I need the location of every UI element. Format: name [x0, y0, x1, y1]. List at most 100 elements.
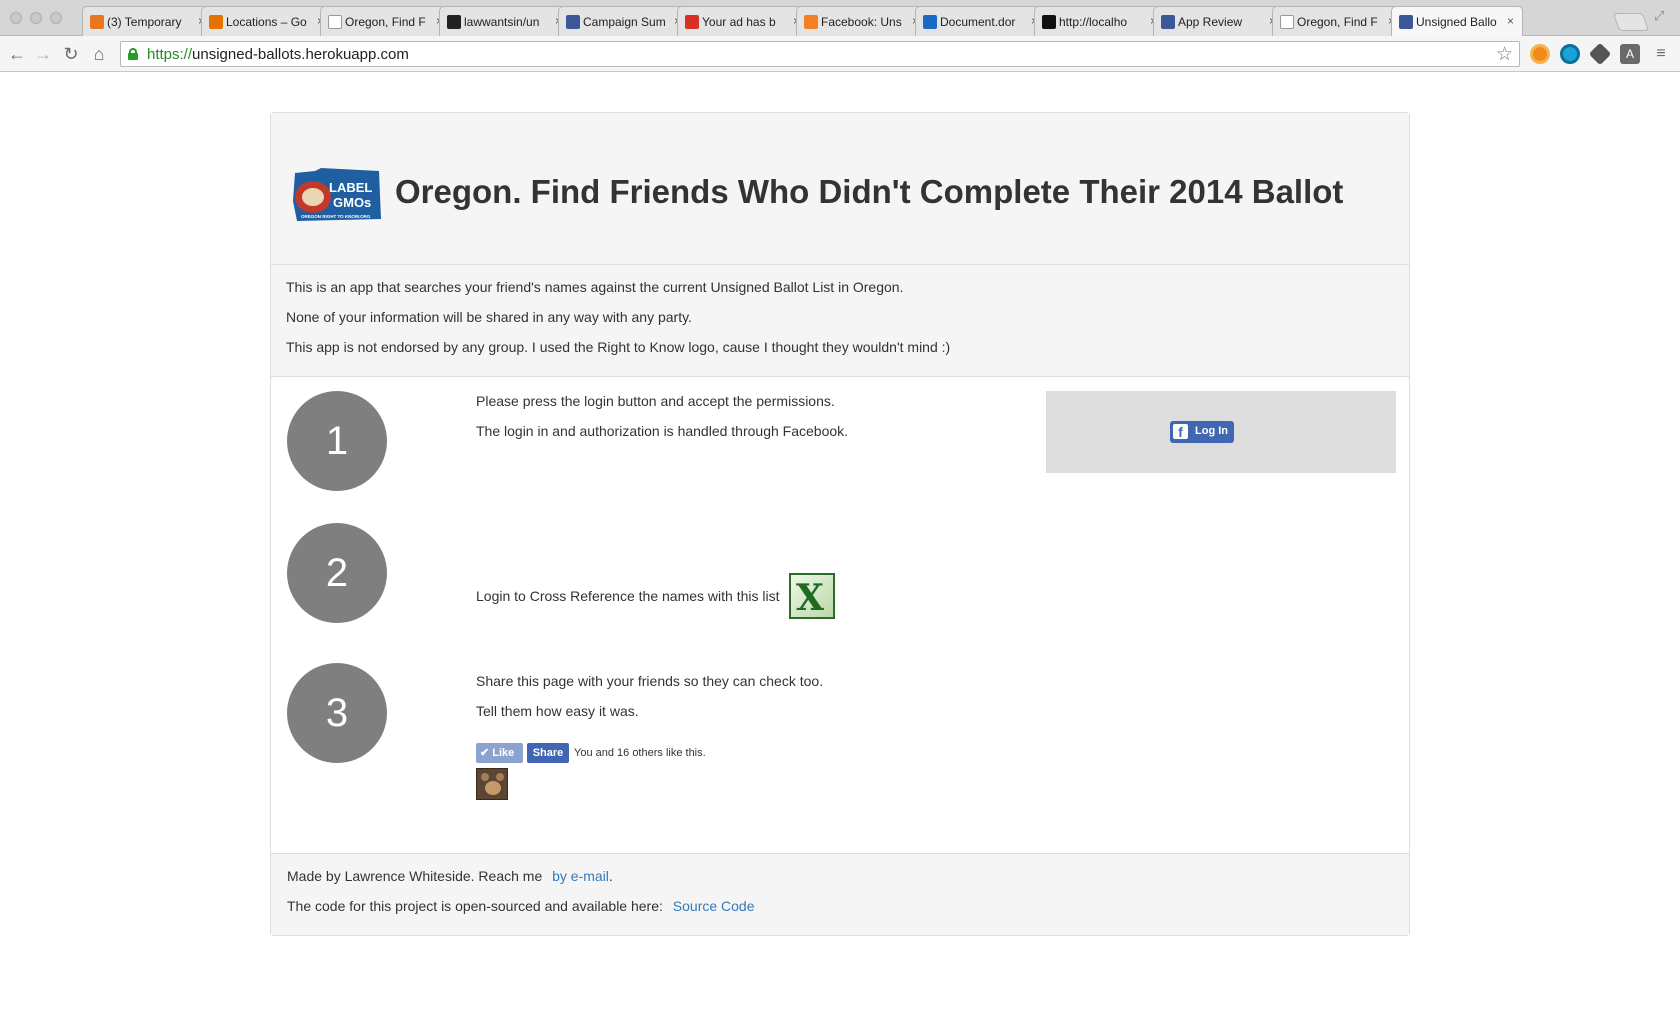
browser-tab[interactable]: Facebook: Uns× — [796, 6, 928, 36]
extension-shield-icon[interactable]: A — [1620, 44, 1640, 64]
tab-label: Your ad has b — [702, 15, 776, 29]
browser-tab[interactable]: Oregon, Find F× — [320, 6, 452, 36]
tab-label: Locations – Go — [226, 15, 307, 29]
tab-label: Campaign Sum — [583, 15, 665, 29]
analytics-icon — [209, 15, 223, 29]
browser-tab[interactable]: (3) Temporary× — [82, 6, 214, 36]
step-2-text: Login to Cross Reference the names with … — [476, 586, 779, 616]
tab-label: Unsigned Ballo — [1416, 15, 1497, 29]
close-window-button[interactable] — [10, 12, 22, 24]
intro-line-3: This app is not endorsed by any group. I… — [286, 339, 951, 355]
tab-strip: (3) Temporary×Locations – Go×Oregon, Fin… — [0, 0, 1680, 36]
step-2-line-1: Login to Cross Reference the names with … — [476, 588, 780, 604]
browser-tab[interactable]: Locations – Go× — [201, 6, 333, 36]
main-panel: LABEL GMOs OREGON RIGHT TO KNOW.ORG Oreg… — [270, 112, 1410, 936]
forward-icon[interactable]: → — [32, 43, 54, 65]
tab-label: Oregon, Find F — [1297, 15, 1378, 29]
address-bar[interactable]: https://unsigned-ballots.herokuapp.com ☆ — [120, 41, 1520, 67]
extension-hex-icon[interactable] — [1588, 42, 1612, 66]
browser-tab[interactable]: Campaign Sum× — [558, 6, 690, 36]
email-suffix: . — [608, 868, 613, 884]
footer-source: The code for this project is open-source… — [287, 896, 1393, 916]
reload-icon[interactable]: ↻ — [60, 43, 82, 65]
footer-made-by: Made by Lawrence Whiteside. Reach me by … — [287, 866, 1393, 886]
email-link[interactable]: by e-mail — [552, 868, 609, 884]
made-by-text: Made by Lawrence Whiteside. Reach me — [287, 868, 543, 884]
tab-label: http://localho — [1059, 15, 1128, 29]
browser-tab[interactable]: Your ad has b× — [677, 6, 809, 36]
facebook-icon — [1161, 15, 1175, 29]
step-1-number: 1 — [287, 391, 387, 491]
facebook-icon — [566, 15, 580, 29]
page-icon — [1280, 15, 1294, 29]
menu-icon[interactable]: ≡ — [1650, 43, 1672, 65]
page-title: Oregon. Find Friends Who Didn't Complete… — [395, 173, 1344, 210]
tab-label: Facebook: Uns — [821, 15, 902, 29]
facebook-share-button[interactable]: Share — [527, 743, 569, 763]
source-code-text: The code for this project is open-source… — [287, 898, 663, 914]
facebook-like-button[interactable]: ✔ Like — [476, 743, 523, 763]
browser-tab[interactable]: http://localho× — [1034, 6, 1166, 36]
intro-line-2: None of your information will be shared … — [286, 309, 692, 325]
step-1-line-2: The login in and authorization is handle… — [476, 423, 849, 439]
tab-label: Oregon, Find F — [345, 15, 426, 29]
page-header: LABEL GMOs OREGON RIGHT TO KNOW.ORG Oreg… — [271, 113, 1409, 265]
step-3-line-2: Tell them how easy it was. — [476, 703, 639, 719]
login-button-label: Log In — [1195, 425, 1228, 437]
logo-gmos-text: GMOs — [333, 195, 371, 210]
source-code-link[interactable]: Source Code — [673, 898, 755, 914]
url-scheme: https:// — [147, 46, 193, 63]
like-button-label: Like — [492, 747, 515, 759]
check-icon: ✔ — [480, 747, 493, 759]
browser-tab[interactable]: Unsigned Ballo × — [1391, 6, 1523, 36]
bookmark-star-icon[interactable]: ☆ — [1496, 43, 1513, 66]
browser-tab[interactable]: Oregon, Find F× — [1272, 6, 1404, 36]
browser-toolbar: ← → ↻ ⌂ https://unsigned-ballots.herokua… — [0, 36, 1680, 72]
extension-blue-icon[interactable] — [1560, 44, 1580, 64]
step-3-text: Share this page with your friends so the… — [476, 671, 823, 731]
browser-tab[interactable]: lawwantsin/un× — [439, 6, 571, 36]
node-icon — [1042, 15, 1056, 29]
browser-tab[interactable]: Document.dor× — [915, 6, 1047, 36]
extension-orange-icon[interactable] — [1530, 44, 1550, 64]
trello-icon — [90, 15, 104, 29]
tab-label: (3) Temporary — [107, 15, 182, 29]
mdn-icon — [923, 15, 937, 29]
zoom-window-button[interactable] — [50, 12, 62, 24]
gmail-icon — [685, 15, 699, 29]
facebook-icon: f — [1173, 424, 1188, 440]
step-3-number: 3 — [287, 663, 387, 763]
github-icon — [447, 15, 461, 29]
minimize-window-button[interactable] — [30, 12, 42, 24]
stackoverflow-icon — [804, 15, 818, 29]
excel-file-icon[interactable]: X — [789, 573, 835, 619]
tab-label: lawwantsin/un — [464, 15, 540, 29]
browser-tab[interactable]: App Review× — [1153, 6, 1285, 36]
step-1-text: Please press the login button and accept… — [476, 391, 848, 451]
logo-label-text: LABEL — [329, 180, 372, 195]
tab-close-icon[interactable]: × — [1507, 14, 1514, 28]
facebook-login-button[interactable]: f Log In — [1170, 421, 1234, 443]
fullscreen-icon[interactable]: ⤢ — [1654, 8, 1664, 24]
login-box: f Log In — [1046, 391, 1396, 473]
label-gmos-logo: LABEL GMOs OREGON RIGHT TO KNOW.ORG — [293, 168, 381, 221]
step-3-line-1: Share this page with your friends so the… — [476, 673, 824, 689]
new-tab-button[interactable] — [1612, 13, 1650, 31]
lock-icon — [128, 48, 138, 60]
intro-line-1: This is an app that searches your friend… — [286, 279, 904, 295]
like-count-text: You and 16 others like this. — [574, 747, 706, 759]
back-icon[interactable]: ← — [6, 43, 28, 65]
url-text[interactable]: https://unsigned-ballots.herokuapp.com — [147, 46, 409, 63]
page-footer: Made by Lawrence Whiteside. Reach me by … — [271, 853, 1409, 935]
tab-label: Document.dor — [940, 15, 1016, 29]
tab-label: App Review — [1178, 15, 1243, 29]
step-1-line-1: Please press the login button and accept… — [476, 393, 835, 409]
friend-avatar[interactable] — [476, 768, 508, 800]
logo-subtext: OREGON RIGHT TO KNOW.ORG — [301, 214, 371, 219]
step-2-number: 2 — [287, 523, 387, 623]
home-icon[interactable]: ⌂ — [88, 43, 110, 65]
page-icon — [328, 15, 342, 29]
facebook-icon — [1399, 15, 1413, 29]
url-host: unsigned-ballots.herokuapp.com — [192, 46, 409, 63]
intro-section: This is an app that searches your friend… — [271, 265, 1409, 377]
